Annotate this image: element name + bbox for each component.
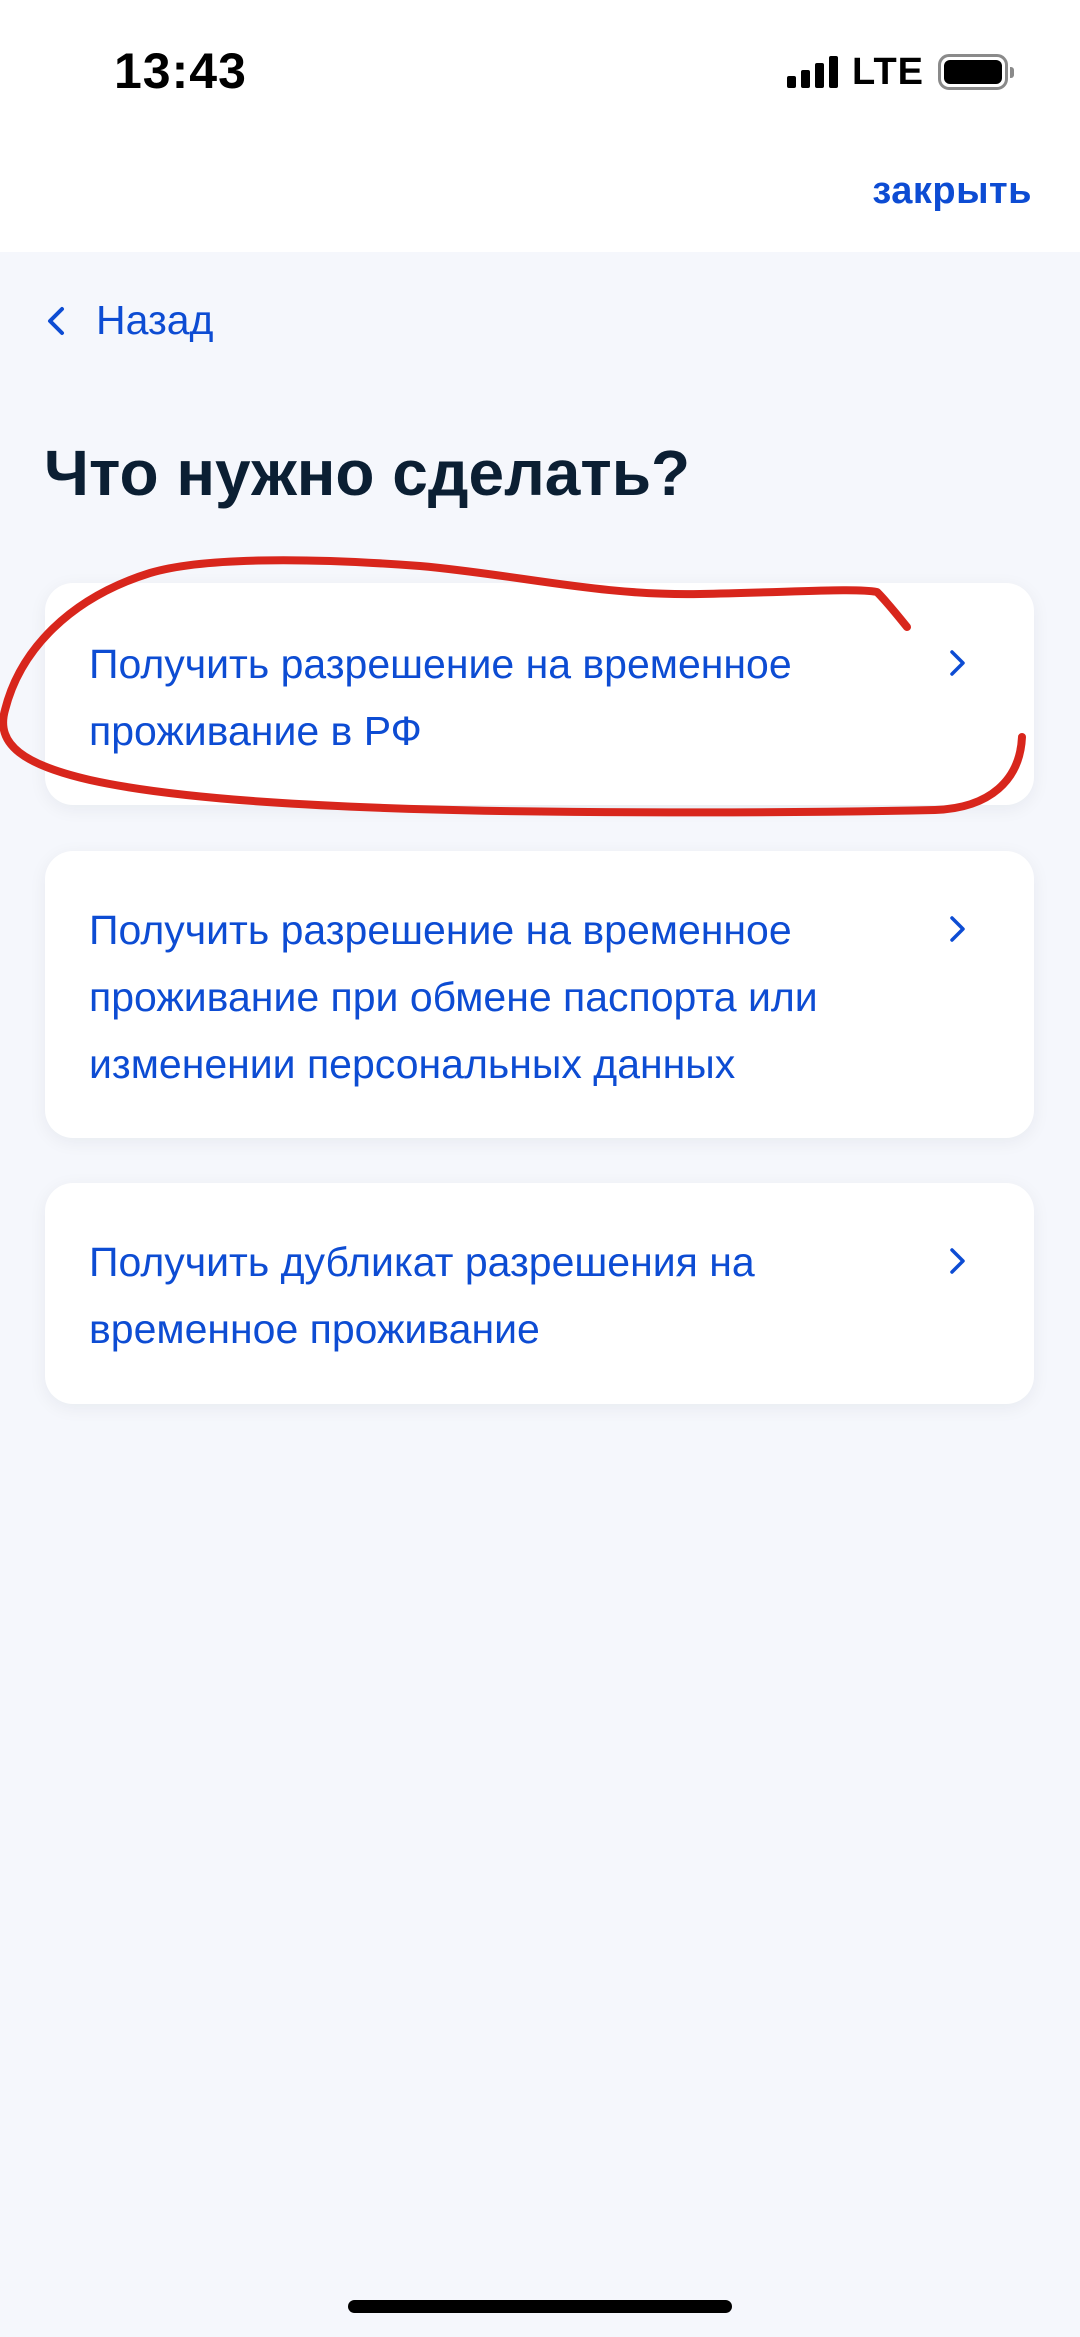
chevron-left-icon (48, 306, 64, 335)
page-title: Что нужно сделать? (44, 437, 691, 509)
option-card-temporary-residence[interactable]: Получить разрешение на временное прожива… (45, 583, 1034, 805)
chevron-right-icon (950, 916, 965, 942)
top-bar (0, 0, 1080, 252)
signal-icon (787, 56, 839, 88)
back-button[interactable]: Назад (46, 297, 213, 344)
back-label: Назад (96, 297, 214, 343)
home-indicator (348, 2300, 732, 2313)
chevron-right-icon (950, 1248, 965, 1274)
chevron-right-icon (950, 650, 965, 676)
status-time: 13:43 (114, 43, 247, 99)
option-card-duplicate-permit[interactable]: Получить дубликат разрешения на временно… (45, 1183, 1034, 1404)
highlight-annotation (0, 556, 1026, 817)
option-label: Получить разрешение на временное прожива… (89, 907, 818, 1087)
network-type: LTE (852, 50, 924, 93)
battery-icon (938, 54, 1014, 90)
option-label: Получить разрешение на временное прожива… (89, 641, 792, 754)
option-label: Получить дубликат разрешения на временно… (89, 1239, 755, 1352)
option-card-passport-exchange[interactable]: Получить разрешение на временное прожива… (45, 851, 1034, 1138)
close-button[interactable]: закрыть (872, 170, 1032, 213)
status-indicators: LTE (787, 50, 1014, 93)
